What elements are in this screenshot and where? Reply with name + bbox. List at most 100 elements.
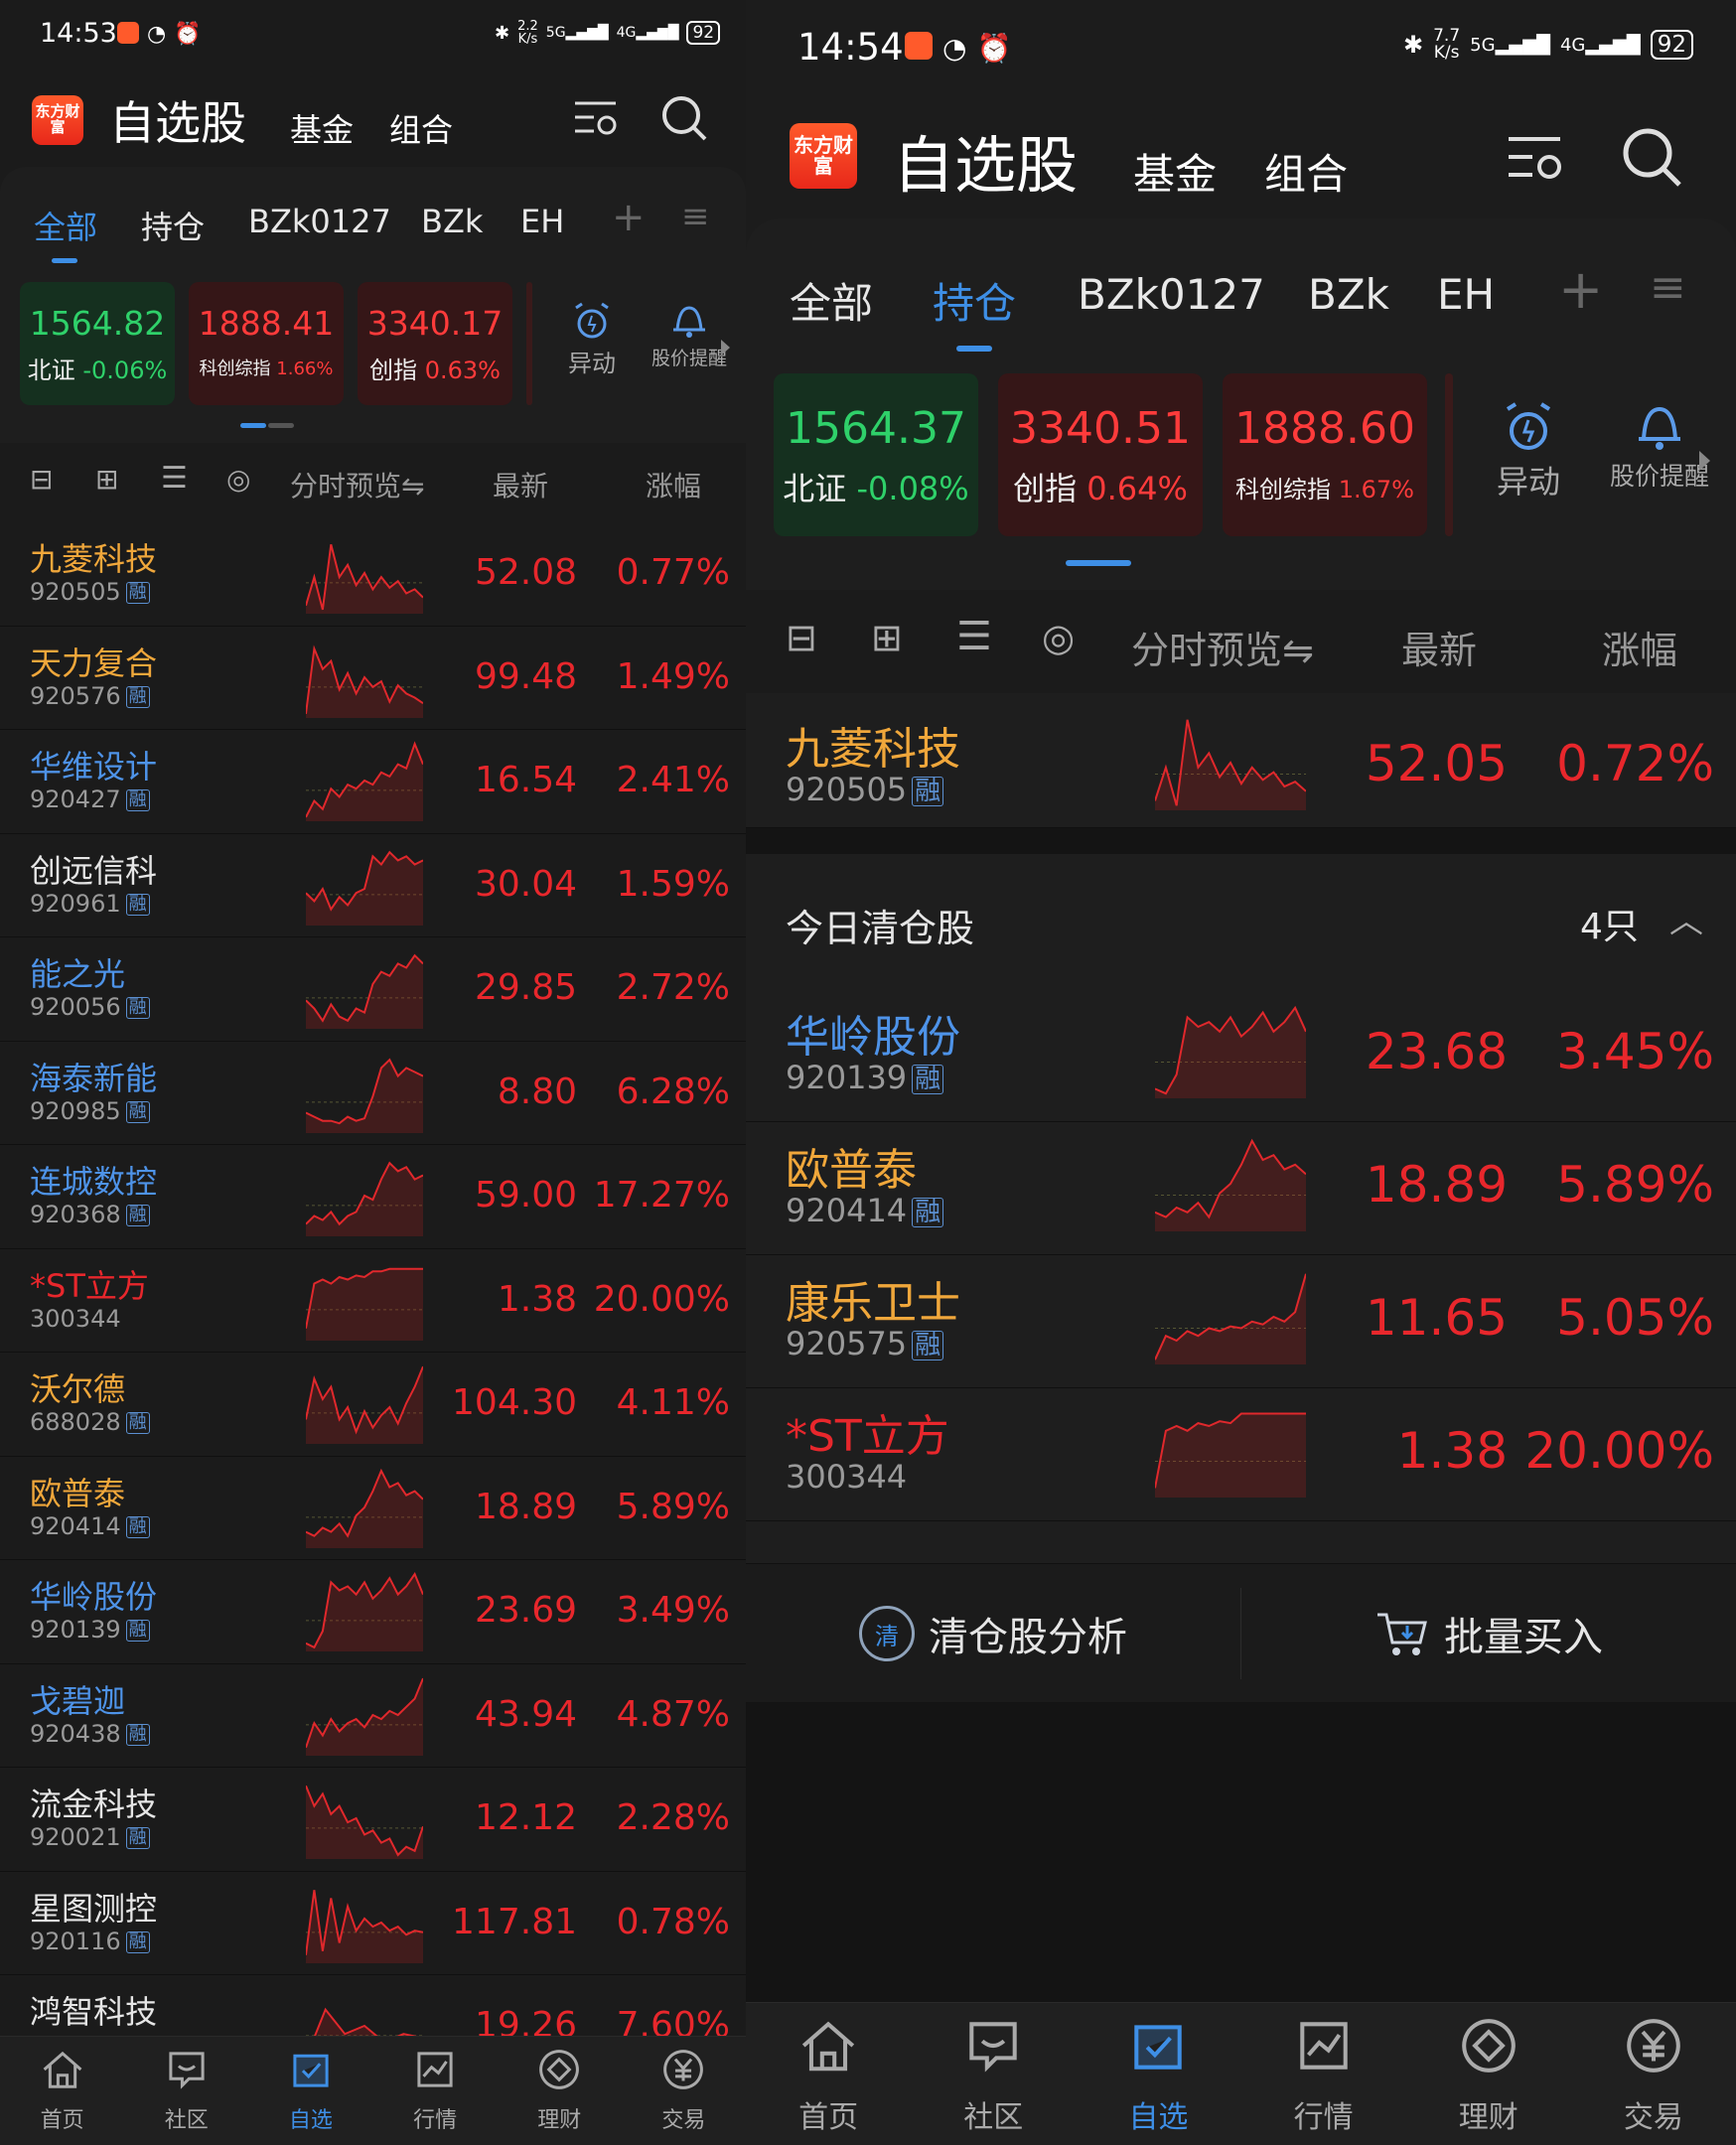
tab-bzk[interactable]: BZk bbox=[421, 203, 483, 240]
quick-abnormal[interactable]: 异动 bbox=[556, 300, 628, 378]
preview-label: 分时预览 bbox=[290, 470, 402, 502]
nav-market[interactable]: 行情 bbox=[1241, 2003, 1406, 2145]
tab-holding[interactable]: 持仓 bbox=[933, 270, 1016, 331]
grid-icon[interactable]: ⊞ bbox=[871, 616, 903, 659]
scroll-right-icon[interactable] bbox=[1699, 451, 1710, 471]
stock-row[interactable]: 华维设计 920427 融 16.54 2.41% bbox=[0, 730, 746, 834]
tab-holding[interactable]: 持仓 bbox=[141, 203, 205, 248]
stock-row[interactable]: 海泰新能 920985 融 8.80 6.28% bbox=[0, 1042, 746, 1145]
preview-header[interactable]: 分时预览⇋ bbox=[290, 465, 424, 504]
preview-header[interactable]: 分时预览⇋ bbox=[1131, 620, 1314, 674]
app-logo[interactable]: 东方财富 bbox=[790, 123, 857, 189]
grid-icon[interactable]: ⊞ bbox=[95, 463, 118, 496]
tab-all[interactable]: 全部 bbox=[790, 270, 873, 331]
list-icon[interactable]: ☰ bbox=[161, 461, 188, 496]
stock-row[interactable]: 欧普泰 920414 融 18.89 5.89% bbox=[746, 1122, 1736, 1255]
target-icon[interactable]: ◎ bbox=[226, 463, 250, 496]
margin-badge: 融 bbox=[125, 1205, 150, 1226]
market-icon-shape bbox=[1299, 2022, 1348, 2070]
quick-abnormal[interactable]: 异动 bbox=[1481, 399, 1576, 502]
nav-home[interactable]: 首页 bbox=[746, 2003, 911, 2145]
market-icon bbox=[417, 2052, 453, 2087]
add-group-icon[interactable]: + bbox=[1558, 258, 1603, 321]
stock-row[interactable]: 创远信科 920961 融 30.04 1.59% bbox=[0, 834, 746, 937]
fund-tab[interactable]: 基金 bbox=[1133, 141, 1217, 202]
list-icon[interactable]: ☰ bbox=[956, 614, 992, 659]
stock-code-line: 920576 融 bbox=[30, 682, 150, 710]
stock-row[interactable]: 康乐卫士 920575 融 11.65 5.05% bbox=[746, 1255, 1736, 1388]
nav-community[interactable]: 社区 bbox=[124, 2037, 248, 2145]
index-card-cz[interactable]: 3340.51 创指 0.64% bbox=[998, 373, 1203, 536]
stock-row[interactable]: 鸿智科技 19.26 7.60% bbox=[0, 1975, 746, 2036]
group-menu-icon[interactable]: ≡ bbox=[681, 197, 710, 236]
collapse-icon[interactable]: ︿ bbox=[1669, 894, 1703, 942]
portfolio-tab[interactable]: 组合 bbox=[389, 105, 453, 151]
index-card-kczz[interactable]: 1888.60 科创综指 1.67% bbox=[1223, 373, 1427, 536]
community-icon bbox=[169, 2052, 205, 2089]
group-menu-icon[interactable]: ≡ bbox=[1650, 262, 1686, 313]
layout-card-icon[interactable]: ⊟ bbox=[786, 616, 817, 659]
index-card-bz[interactable]: 1564.37 北证 -0.08% bbox=[774, 373, 978, 536]
stock-row[interactable]: 沃尔德 688028 融 104.30 4.11% bbox=[0, 1353, 746, 1457]
tab-all[interactable]: 全部 bbox=[34, 203, 97, 248]
nav-watchlist[interactable]: 自选 bbox=[248, 2037, 372, 2145]
stock-row[interactable]: 华岭股份 920139 融 23.68 3.45% bbox=[746, 989, 1736, 1122]
nav-finance[interactable]: 理财 bbox=[1406, 2003, 1571, 2145]
index-card-kczz[interactable]: 1888.41 科创综指 1.66% bbox=[189, 282, 344, 405]
stock-row[interactable]: *ST立方 300344 1.38 20.00% bbox=[0, 1249, 746, 1353]
tab-eh[interactable]: EH bbox=[520, 203, 564, 240]
latest-header[interactable]: 最新 bbox=[1401, 620, 1477, 674]
bell-icon bbox=[673, 306, 705, 338]
nav-trade[interactable]: 交易 bbox=[1571, 2003, 1736, 2145]
fund-tab[interactable]: 基金 bbox=[290, 105, 354, 151]
stock-change: 2.28% bbox=[616, 1797, 730, 1838]
portfolio-tab[interactable]: 组合 bbox=[1264, 141, 1348, 202]
filter-settings-icon[interactable] bbox=[572, 97, 620, 141]
add-group-icon[interactable]: + bbox=[612, 195, 646, 240]
stock-row[interactable]: 欧普泰 920414 融 18.89 5.89% bbox=[0, 1457, 746, 1560]
margin-badge: 融 bbox=[125, 582, 150, 604]
nav-market[interactable]: 行情 bbox=[373, 2037, 498, 2145]
nav-watchlist[interactable]: 自选 bbox=[1076, 2003, 1240, 2145]
nav-trade[interactable]: 交易 bbox=[622, 2037, 746, 2145]
layout-card-icon[interactable]: ⊟ bbox=[30, 463, 53, 496]
quick-price-alert[interactable]: 股价提醒 bbox=[1598, 399, 1721, 493]
index-card-cz[interactable]: 3340.17 创指 0.63% bbox=[358, 282, 512, 405]
filter-settings-icon[interactable] bbox=[1505, 131, 1566, 187]
quick-price-alert[interactable]: 股价提醒 bbox=[642, 300, 737, 370]
stock-row[interactable]: 九菱科技 920505 融 52.08 0.77% bbox=[0, 522, 746, 627]
stock-row[interactable]: *ST立方 300344 1.38 20.00% bbox=[746, 1388, 1736, 1521]
nav-home[interactable]: 首页 bbox=[0, 2037, 124, 2145]
search-icon[interactable] bbox=[1620, 125, 1683, 189]
scroll-right-icon[interactable] bbox=[721, 340, 730, 356]
tab-bzk0127[interactable]: BZk0127 bbox=[1078, 270, 1265, 319]
page-title[interactable]: 自选股 bbox=[893, 115, 1078, 205]
stock-row[interactable]: 戈碧迦 920438 融 43.94 4.87% bbox=[0, 1664, 746, 1768]
stock-name: 创远信科 bbox=[30, 851, 158, 890]
section-gap bbox=[746, 828, 1736, 854]
stock-row[interactable]: 星图测控 920116 融 117.81 0.78% bbox=[0, 1872, 746, 1975]
change-header[interactable]: 涨幅 bbox=[646, 465, 701, 504]
stock-row[interactable]: 九菱科技 920505 融 52.05 0.72% bbox=[746, 693, 1736, 828]
battery-icon: 92 bbox=[1650, 30, 1693, 60]
tab-bzk0127[interactable]: BZk0127 bbox=[248, 203, 391, 240]
tab-eh[interactable]: EH bbox=[1437, 270, 1495, 319]
stock-row[interactable]: 天力复合 920576 融 99.48 1.49% bbox=[0, 627, 746, 730]
stock-row[interactable]: 华岭股份 920139 融 23.69 3.49% bbox=[0, 1560, 746, 1664]
target-icon[interactable]: ◎ bbox=[1042, 616, 1075, 659]
search-icon[interactable] bbox=[659, 93, 709, 143]
latest-header[interactable]: 最新 bbox=[493, 465, 548, 504]
nav-finance[interactable]: 理财 bbox=[498, 2037, 622, 2145]
index-card-bz[interactable]: 1564.82 北证 -0.06% bbox=[20, 282, 175, 405]
stock-row[interactable]: 能之光 920056 融 29.85 2.72% bbox=[0, 937, 746, 1042]
page-title[interactable]: 自选股 bbox=[109, 87, 246, 153]
nav-community[interactable]: 社区 bbox=[911, 2003, 1076, 2145]
app-logo[interactable]: 东方财富 bbox=[32, 95, 83, 145]
change-header[interactable]: 涨幅 bbox=[1602, 620, 1677, 674]
clearance-analysis-button[interactable]: 清 清仓股分析 bbox=[746, 1564, 1240, 1703]
batch-buy-button[interactable]: 批量买入 bbox=[1241, 1564, 1736, 1703]
stock-row[interactable]: 连城数控 920368 融 59.00 17.27% bbox=[0, 1145, 746, 1249]
tab-bzk[interactable]: BZk bbox=[1308, 270, 1389, 319]
nav-icon-wrap bbox=[1076, 2015, 1240, 2080]
stock-row[interactable]: 流金科技 920021 融 12.12 2.28% bbox=[0, 1768, 746, 1872]
